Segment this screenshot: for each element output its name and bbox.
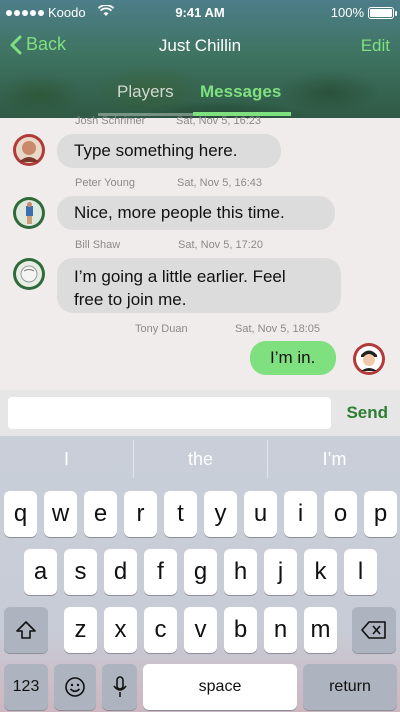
key-k[interactable]: k	[304, 549, 337, 595]
key-z[interactable]: z	[64, 607, 97, 653]
message-bubble: Type something here.	[57, 134, 281, 168]
key-b[interactable]: b	[224, 607, 257, 653]
key-x[interactable]: x	[104, 607, 137, 653]
emoji-icon	[65, 677, 85, 697]
key-s[interactable]: s	[64, 549, 97, 595]
message-time: Sat, Nov 5, 16:23	[176, 115, 261, 127]
message-time: Sat, Nov 5, 16:43	[177, 177, 262, 189]
shift-icon	[16, 621, 36, 639]
message-input[interactable]	[8, 397, 331, 429]
send-button[interactable]: Send	[346, 403, 388, 423]
header: Koodo 9:41 AM 100% Back Just Chillin Edi…	[0, 0, 400, 118]
edit-button[interactable]: Edit	[361, 36, 390, 56]
microphone-icon	[112, 676, 127, 697]
key-m[interactable]: m	[304, 607, 337, 653]
key-u[interactable]: u	[244, 491, 277, 537]
compose-bar: Send	[0, 390, 400, 436]
message-text-line: I’m going a little earlier. Feel	[74, 267, 286, 286]
message-time: Sat, Nov 5, 18:05	[235, 323, 320, 335]
message-text-line: free to join me.	[74, 290, 187, 309]
message-bubble: Nice, more people this time.	[57, 196, 335, 230]
status-right: 100%	[330, 5, 397, 20]
suggestion-item[interactable]: I’m	[268, 436, 400, 482]
message-list[interactable]: Josh Schrimer Sat, Nov 5, 16:23 Type som…	[0, 115, 400, 390]
key-c[interactable]: c	[144, 607, 177, 653]
key-o[interactable]: o	[324, 491, 357, 537]
key-h[interactable]: h	[224, 549, 257, 595]
tab-players[interactable]: Players	[117, 82, 174, 102]
dictation-key[interactable]	[102, 664, 137, 710]
tab-messages[interactable]: Messages	[200, 82, 281, 102]
avatar[interactable]	[13, 134, 45, 166]
status-bar: Koodo 9:41 AM 100%	[0, 0, 400, 24]
key-f[interactable]: f	[144, 549, 177, 595]
key-i[interactable]: i	[284, 491, 317, 537]
key-e[interactable]: e	[84, 491, 117, 537]
avatar[interactable]	[13, 258, 45, 290]
message-sender: Bill Shaw	[75, 239, 121, 251]
key-w[interactable]: w	[44, 491, 77, 537]
message-sender: Josh Schrimer	[75, 115, 146, 127]
message-time: Sat, Nov 5, 17:20	[178, 239, 263, 251]
key-t[interactable]: t	[164, 491, 197, 537]
battery-percent: 100%	[330, 5, 364, 20]
backspace-icon	[361, 621, 386, 639]
keyboard: I the I’m q w e r t y u i o p a s d f g …	[0, 436, 400, 712]
suggestion-bar: I the I’m	[0, 436, 400, 482]
avatar[interactable]	[13, 197, 45, 229]
key-r[interactable]: r	[124, 491, 157, 537]
battery-icon	[368, 6, 397, 19]
page-title: Just Chillin	[158, 36, 242, 55]
suggestion-item[interactable]: I	[0, 436, 133, 482]
key-j[interactable]: j	[264, 549, 297, 595]
key-d[interactable]: d	[104, 549, 137, 595]
key-v[interactable]: v	[184, 607, 217, 653]
key-n[interactable]: n	[264, 607, 297, 653]
avatar[interactable]	[353, 343, 385, 375]
key-q[interactable]: q	[4, 491, 37, 537]
key-y[interactable]: y	[204, 491, 237, 537]
key-p[interactable]: p	[364, 491, 397, 537]
tab-bar: Players Messages	[0, 82, 400, 116]
numbers-key[interactable]: 123	[4, 664, 48, 710]
nav-bar: Back Just Chillin Edit	[0, 30, 400, 64]
delete-key[interactable]	[352, 607, 396, 653]
emoji-key[interactable]	[54, 664, 96, 710]
space-key[interactable]: space	[143, 664, 297, 710]
message-bubble-mine: I’m in.	[250, 341, 336, 375]
message-sender: Peter Young	[75, 177, 135, 189]
message-bubble: I’m going a little earlier. Feel free to…	[57, 258, 341, 313]
key-g[interactable]: g	[184, 549, 217, 595]
key-a[interactable]: a	[24, 549, 57, 595]
shift-key[interactable]	[4, 607, 48, 653]
return-key[interactable]: return	[303, 664, 397, 710]
message-sender: Tony Duan	[135, 323, 188, 335]
suggestion-item[interactable]: the	[134, 436, 267, 482]
key-l[interactable]: l	[344, 549, 377, 595]
